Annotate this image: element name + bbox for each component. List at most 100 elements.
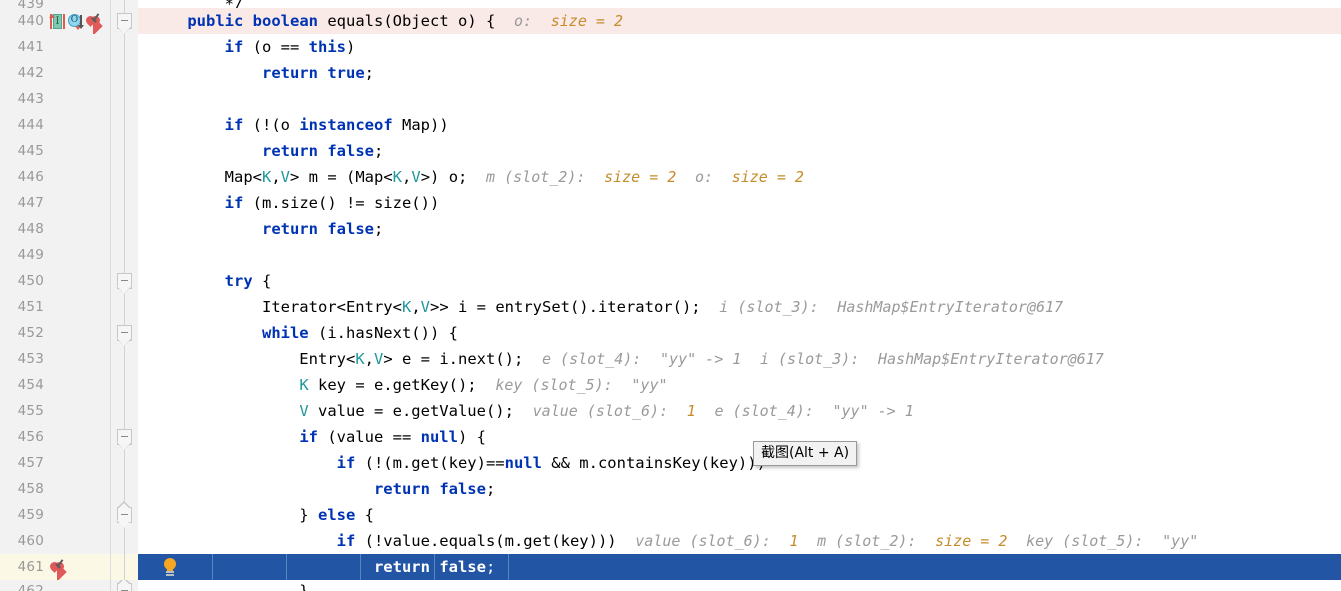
code-line[interactable]: 453 Entry< K, V > e = i.next(); e (slot_4):… bbox=[0, 346, 1341, 372]
code-text[interactable]: K key = e.getKey(); key (slot_5): "yy" bbox=[138, 372, 1341, 398]
editor-gutter[interactable]: 439 bbox=[0, 0, 110, 8]
code-editor[interactable]: 439 */440IO public boolean equals(Object… bbox=[0, 0, 1341, 591]
code-text[interactable]: */ bbox=[138, 0, 1341, 8]
editor-gutter[interactable]: 451 bbox=[0, 294, 110, 320]
code-line[interactable]: 446 Map< K, V > m = (Map< K, V >) o; m (slot_2… bbox=[0, 164, 1341, 190]
inline-hint-name[interactable]: m (slot_2): bbox=[486, 168, 585, 186]
fold-toggle-icon[interactable] bbox=[117, 13, 132, 34]
editor-gutter[interactable]: 454 bbox=[0, 372, 110, 398]
code-line[interactable]: 452 while (i.hasNext()) { bbox=[0, 320, 1341, 346]
code-line[interactable]: 448 return false; bbox=[0, 216, 1341, 242]
inline-hint-name[interactable]: o: bbox=[514, 12, 532, 30]
code-line[interactable]: 458 return false; bbox=[0, 476, 1341, 502]
editor-gutter[interactable]: 462 bbox=[0, 580, 110, 591]
code-line[interactable]: 462 } bbox=[0, 580, 1341, 591]
editor-gutter[interactable]: 452 bbox=[0, 320, 110, 346]
code-text[interactable]: return false; bbox=[138, 476, 1341, 502]
fold-toggle-icon[interactable] bbox=[117, 580, 132, 591]
code-line[interactable]: 454 K key = e.getKey(); key (slot_5): "y… bbox=[0, 372, 1341, 398]
code-text[interactable]: if (!(m.get(key)== null && m.containsKey(… bbox=[138, 450, 1341, 476]
editor-gutter[interactable]: 444 bbox=[0, 112, 110, 138]
inline-hint-value[interactable]: size = 2 bbox=[732, 168, 804, 186]
code-line[interactable]: 460 if (!value.equals(m.get(key))) value… bbox=[0, 528, 1341, 554]
inline-hint-name[interactable]: i (slot_3): bbox=[760, 350, 859, 368]
code-text[interactable]: if (value == null) { bbox=[138, 424, 1341, 450]
code-text[interactable]: if (!value.equals(m.get(key))) value (sl… bbox=[138, 528, 1341, 554]
code-text[interactable]: public boolean equals(Object o) { o: siz… bbox=[138, 8, 1341, 34]
inline-hint-name[interactable]: key (slot_5): bbox=[1026, 532, 1143, 550]
inline-hint-name[interactable]: i (slot_3): bbox=[719, 298, 818, 316]
code-text[interactable]: } else { bbox=[138, 502, 1341, 528]
code-line[interactable]: 461 return false; bbox=[0, 554, 1341, 580]
inline-hint-value[interactable]: size = 2 bbox=[604, 168, 676, 186]
code-text[interactable]: Map< K, V > m = (Map< K, V >) o; m (slot_2): s… bbox=[138, 164, 1341, 190]
fold-toggle-icon[interactable] bbox=[117, 325, 132, 346]
inline-hint-value[interactable]: size = 2 bbox=[935, 532, 1007, 550]
code-text[interactable]: while (i.hasNext()) { bbox=[138, 320, 1341, 346]
code-line[interactable]: 451 Iterator<Entry< K, V >> i = entrySet().… bbox=[0, 294, 1341, 320]
fold-toggle-icon[interactable] bbox=[117, 501, 132, 528]
code-line[interactable]: 443 bbox=[0, 86, 1341, 112]
editor-gutter[interactable]: 453 bbox=[0, 346, 110, 372]
inline-hint-value[interactable]: 1 bbox=[687, 402, 696, 420]
code-line[interactable]: 441 if (o == this) bbox=[0, 34, 1341, 60]
inline-hint-name[interactable]: value (slot_6): bbox=[635, 532, 770, 550]
editor-gutter[interactable]: 446 bbox=[0, 164, 110, 190]
editor-gutter[interactable]: 456 bbox=[0, 424, 110, 450]
editor-gutter[interactable]: 461 bbox=[0, 554, 110, 580]
editor-gutter[interactable]: 447 bbox=[0, 190, 110, 216]
code-line[interactable]: 450 try { bbox=[0, 268, 1341, 294]
code-text[interactable]: } bbox=[138, 580, 1341, 591]
inline-hint-name[interactable]: value (slot_6): bbox=[533, 402, 668, 420]
code-text[interactable]: try { bbox=[138, 268, 1341, 294]
editor-gutter[interactable]: 449 bbox=[0, 242, 110, 268]
implements-icon[interactable]: I bbox=[49, 13, 81, 30]
editor-gutter[interactable]: 455 bbox=[0, 398, 110, 424]
fold-toggle-icon[interactable] bbox=[117, 273, 132, 294]
inline-hint-value[interactable]: size = 2 bbox=[551, 12, 623, 30]
code-text[interactable] bbox=[138, 86, 1341, 112]
inline-hint-value[interactable]: HashMap$EntryIterator@617 bbox=[837, 298, 1063, 316]
inline-hint-value[interactable]: "yy" bbox=[631, 376, 667, 394]
code-line[interactable]: 457 if (!(m.get(key)== null && m.contains… bbox=[0, 450, 1341, 476]
inline-hint-name[interactable]: key (slot_5): bbox=[495, 376, 612, 394]
code-line[interactable]: 455 V value = e.getValue(); value (slot_… bbox=[0, 398, 1341, 424]
code-text[interactable]: return false; bbox=[138, 216, 1341, 242]
overriding-method-icon[interactable]: O bbox=[67, 13, 84, 30]
code-text[interactable]: if (!(o instanceof Map)) bbox=[138, 112, 1341, 138]
editor-gutter[interactable]: 460 bbox=[0, 528, 110, 554]
editor-gutter[interactable]: 459 bbox=[0, 502, 110, 528]
code-line[interactable]: 445 return false; bbox=[0, 138, 1341, 164]
code-text[interactable] bbox=[138, 242, 1341, 268]
inline-hint-name[interactable]: m (slot_2): bbox=[817, 532, 916, 550]
code-text[interactable]: if (o == this) bbox=[138, 34, 1341, 60]
run-test-icon[interactable] bbox=[85, 13, 103, 29]
code-line[interactable]: 456 if (value == null) { bbox=[0, 424, 1341, 450]
code-line[interactable]: 459 } else { bbox=[0, 501, 1341, 528]
inline-hint-name[interactable]: o: bbox=[695, 168, 713, 186]
inline-hint-value[interactable]: 1 bbox=[789, 532, 798, 550]
intention-bulb-icon[interactable] bbox=[162, 558, 178, 576]
code-line[interactable]: 442 return true; bbox=[0, 60, 1341, 86]
editor-gutter[interactable]: 442 bbox=[0, 60, 110, 86]
inline-hint-name[interactable]: e (slot_4): bbox=[714, 402, 813, 420]
code-text[interactable]: return false; bbox=[138, 138, 1341, 164]
code-line[interactable]: 449 bbox=[0, 242, 1341, 268]
editor-gutter[interactable]: 441 bbox=[0, 34, 110, 60]
code-line[interactable]: 444 if (!(o instanceof Map)) bbox=[0, 112, 1341, 138]
code-text[interactable]: return false; bbox=[138, 554, 1341, 580]
editor-gutter[interactable]: 448 bbox=[0, 216, 110, 242]
editor-gutter[interactable]: 440 I O bbox=[0, 8, 110, 34]
code-line[interactable]: 440 I O public boolean equals(Object o) { … bbox=[0, 8, 1341, 34]
code-line[interactable]: 439 */ bbox=[0, 0, 1341, 8]
code-text[interactable]: V value = e.getValue(); value (slot_6): … bbox=[138, 398, 1341, 424]
fold-toggle-icon[interactable] bbox=[117, 429, 132, 450]
editor-gutter[interactable]: 445 bbox=[0, 138, 110, 164]
code-text[interactable]: Entry< K, V > e = i.next(); e (slot_4): "yy… bbox=[138, 346, 1341, 372]
inline-hint-value[interactable]: "yy" bbox=[1162, 532, 1198, 550]
editor-gutter[interactable]: 450 bbox=[0, 268, 110, 294]
inline-hint-name[interactable]: e (slot_4): bbox=[542, 350, 641, 368]
inline-hint-value[interactable]: "yy" -> 1 bbox=[833, 402, 914, 420]
editor-gutter[interactable]: 457 bbox=[0, 450, 110, 476]
inline-hint-value[interactable]: "yy" -> 1 bbox=[660, 350, 741, 368]
